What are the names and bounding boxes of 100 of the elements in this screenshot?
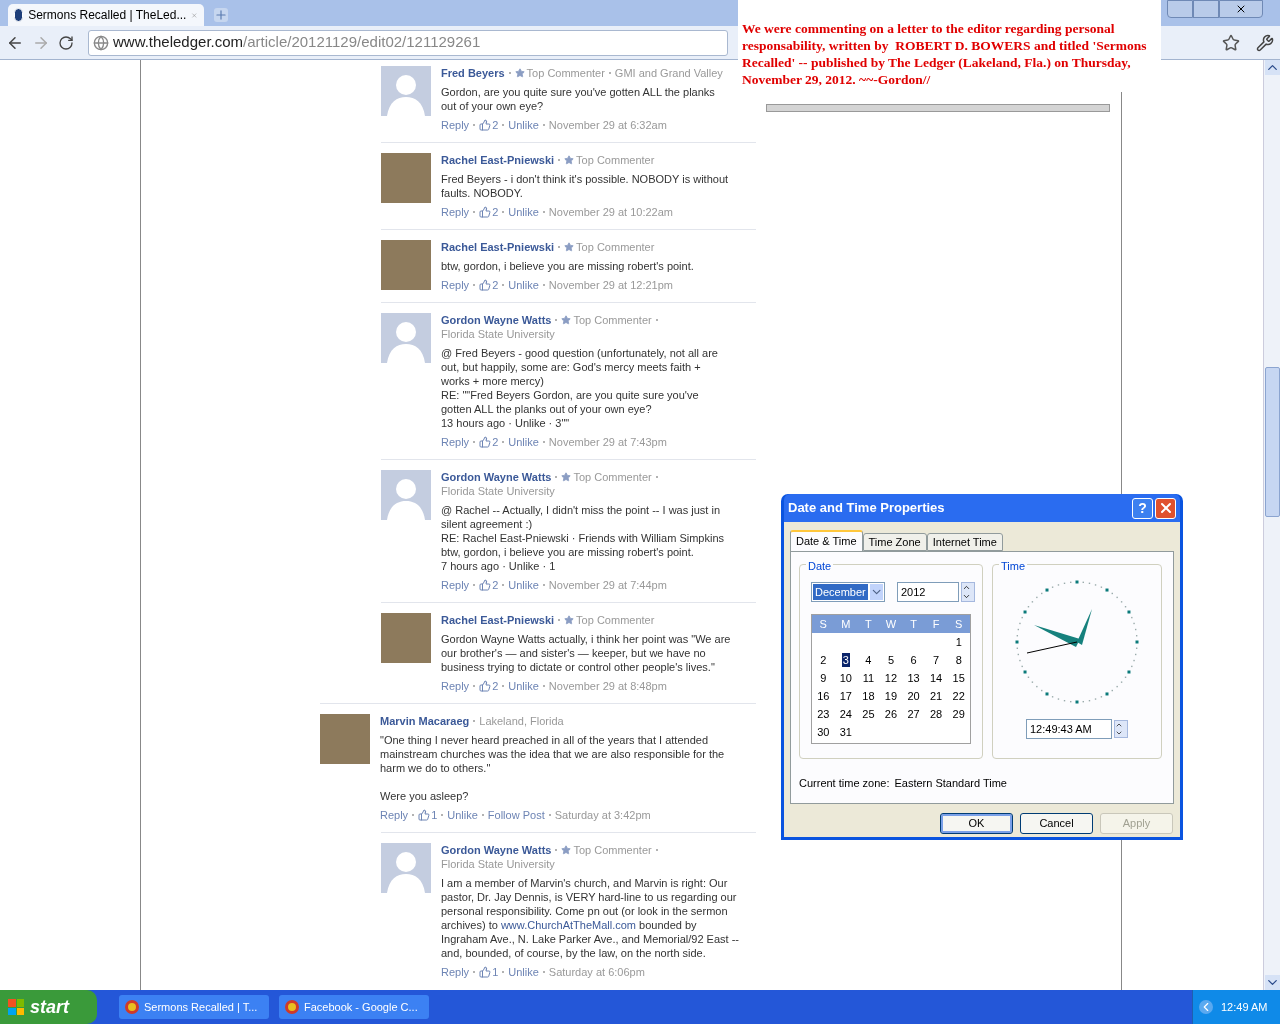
address-bar[interactable]: www.theledger.com/article/20121129/edit02/121129261 bbox=[88, 29, 728, 56]
photo-placeholder bbox=[381, 240, 431, 290]
calendar-day[interactable]: 31 bbox=[838, 725, 853, 739]
dialog-tab[interactable]: Internet Time bbox=[926, 533, 1003, 551]
calendar-day[interactable]: 19 bbox=[883, 689, 899, 703]
calendar-day[interactable]: 23 bbox=[816, 707, 831, 721]
start-button[interactable]: start bbox=[0, 990, 97, 1024]
year-field[interactable]: 2012 bbox=[897, 582, 959, 602]
calendar-day[interactable]: 4 bbox=[864, 653, 873, 667]
commenter-name[interactable]: Rachel East-Pniewski bbox=[441, 240, 555, 254]
unlike-link[interactable]: Unlike bbox=[508, 679, 539, 693]
commenter-name[interactable]: Gordon Wayne Watts bbox=[441, 313, 552, 327]
dialog-button[interactable]: Cancel bbox=[1020, 813, 1093, 834]
wrench-icon[interactable] bbox=[1256, 33, 1274, 52]
reply-link[interactable]: Reply bbox=[441, 578, 470, 592]
commenter-name[interactable]: Fred Beyers bbox=[441, 66, 505, 80]
commenter-name[interactable]: Gordon Wayne Watts bbox=[441, 843, 552, 857]
comment-text: btw, gordon, i believe you are missing robert's point. bbox=[441, 259, 695, 273]
commenter-name[interactable]: Rachel East-Pniewski bbox=[441, 153, 555, 167]
spin-down-icon[interactable] bbox=[962, 592, 971, 601]
calendar-day[interactable]: 25 bbox=[861, 707, 876, 721]
site-logo-icon bbox=[14, 8, 24, 22]
calendar-day[interactable]: 20 bbox=[906, 689, 921, 703]
thumbs-up-icon bbox=[479, 279, 492, 291]
commenter-name[interactable]: Rachel East-Pniewski bbox=[441, 613, 555, 627]
reply-link[interactable]: Reply bbox=[441, 965, 470, 979]
calendar-day[interactable]: 24 bbox=[838, 707, 853, 721]
calendar-day[interactable]: 18 bbox=[861, 689, 876, 703]
dialog-tab[interactable]: Date & Time bbox=[790, 530, 863, 551]
close-button[interactable] bbox=[1155, 497, 1176, 519]
dialog-button[interactable]: OK bbox=[940, 813, 1013, 834]
calendar-day[interactable]: 21 bbox=[929, 689, 944, 703]
website-link[interactable]: www.ChurchAtTheMall.com bbox=[500, 919, 636, 931]
reply-link[interactable]: Reply bbox=[380, 808, 409, 822]
unlike-link[interactable]: Unlike bbox=[508, 578, 539, 592]
timestamp: Saturday at 3:42pm bbox=[554, 808, 651, 822]
taskbar-button[interactable]: Facebook - Google C... bbox=[279, 995, 429, 1019]
calendar-day[interactable]: 7 bbox=[932, 653, 941, 667]
help-button[interactable]: ? bbox=[1132, 497, 1153, 519]
spin-down-icon[interactable] bbox=[1115, 729, 1123, 737]
unlike-link[interactable]: Unlike bbox=[508, 965, 539, 979]
scroll-down-icon[interactable] bbox=[1264, 975, 1280, 990]
reply-link[interactable]: Reply bbox=[441, 679, 470, 693]
badge-label: Top Commenter bbox=[576, 613, 655, 627]
calendar-day[interactable]: 5 bbox=[886, 653, 896, 667]
commenter-name[interactable]: Gordon Wayne Watts bbox=[441, 470, 552, 484]
reply-link[interactable]: Reply bbox=[441, 118, 470, 132]
calendar-day[interactable]: 29 bbox=[951, 707, 966, 721]
window-title: Date and Time Properties bbox=[788, 499, 946, 518]
timestamp: November 29 at 12:21pm bbox=[548, 278, 673, 292]
month-dropdown[interactable]: December bbox=[811, 582, 885, 602]
reply-link[interactable]: Reply bbox=[441, 435, 470, 449]
unlike-link[interactable]: Unlike bbox=[508, 118, 539, 132]
follow-post-link[interactable]: Follow Post bbox=[487, 808, 545, 822]
thumbs-up-icon bbox=[479, 966, 492, 978]
calendar-day[interactable]: 13 bbox=[906, 671, 921, 685]
taskbar-button[interactable]: Sermons Recalled | T... bbox=[119, 995, 269, 1019]
time-field[interactable]: 12:49:43 AM bbox=[1026, 719, 1112, 739]
calendar-day[interactable]: 27 bbox=[906, 707, 921, 721]
weekday-label: S bbox=[954, 616, 964, 632]
calendar-day[interactable]: 2 bbox=[819, 653, 828, 667]
thumbs-up-icon bbox=[479, 436, 492, 448]
calendar-day[interactable]: 17 bbox=[838, 689, 853, 703]
unlike-link[interactable]: Unlike bbox=[508, 435, 539, 449]
unlike-link[interactable]: Unlike bbox=[447, 808, 478, 822]
calendar-day[interactable]: 15 bbox=[951, 671, 966, 685]
bookmark-star-icon[interactable] bbox=[1222, 33, 1240, 52]
spin-button[interactable] bbox=[1114, 720, 1128, 738]
spin-up-icon[interactable] bbox=[1115, 721, 1123, 729]
calendar-day[interactable]: 28 bbox=[929, 707, 944, 721]
spin-button[interactable] bbox=[961, 582, 975, 602]
timezone-value: Eastern Standard Time bbox=[894, 776, 1007, 791]
commenter-name[interactable]: Marvin Macaraeg bbox=[380, 714, 470, 728]
calendar-day[interactable]: 6 bbox=[909, 653, 918, 667]
calendar-day[interactable]: 14 bbox=[929, 671, 944, 685]
reply-link[interactable]: Reply bbox=[441, 278, 470, 292]
scrollbar-thumb[interactable] bbox=[1264, 367, 1280, 517]
calendar-day[interactable]: 3 bbox=[841, 653, 850, 667]
calendar-day[interactable]: 8 bbox=[954, 653, 963, 667]
scroll-up-icon[interactable] bbox=[1264, 60, 1280, 75]
browser-tab[interactable]: Sermons Recalled | TheLed... bbox=[8, 4, 204, 26]
calendar-day[interactable]: 22 bbox=[951, 689, 966, 703]
calendar-day[interactable]: 26 bbox=[883, 707, 899, 721]
reply-link[interactable]: Reply bbox=[441, 205, 470, 219]
reload-icon[interactable] bbox=[58, 34, 74, 51]
unlike-link[interactable]: Unlike bbox=[508, 278, 539, 292]
like-count: 1 bbox=[431, 808, 438, 822]
thumbs-up-icon bbox=[479, 579, 492, 591]
unlike-link[interactable]: Unlike bbox=[508, 205, 539, 219]
calendar-day[interactable]: 11 bbox=[861, 671, 876, 685]
close-icon bbox=[1235, 3, 1247, 15]
calendar-day[interactable]: 9 bbox=[819, 671, 828, 685]
dialog-tab[interactable]: Time Zone bbox=[862, 533, 927, 551]
calendar-day[interactable]: 16 bbox=[816, 689, 831, 703]
show-hidden-icons-icon[interactable] bbox=[1199, 1000, 1213, 1014]
calendar-day[interactable]: 1 bbox=[954, 635, 963, 649]
spin-up-icon[interactable] bbox=[962, 583, 971, 592]
calendar-day[interactable]: 10 bbox=[838, 671, 853, 685]
calendar-day[interactable]: 30 bbox=[816, 725, 831, 739]
calendar-day[interactable]: 12 bbox=[883, 671, 899, 685]
